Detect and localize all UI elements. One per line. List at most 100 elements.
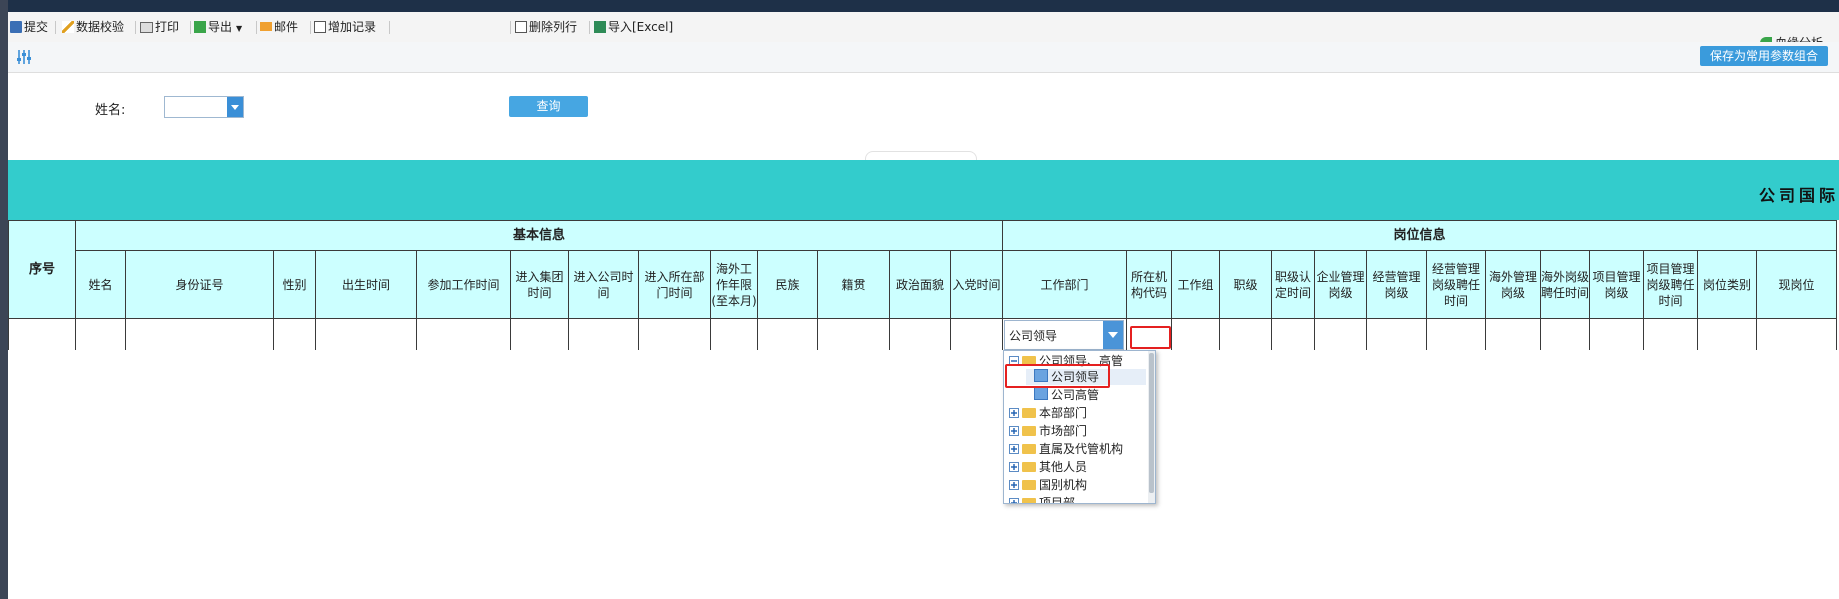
cell-group-entry[interactable] <box>510 318 569 350</box>
col-header: 职级认定时间 <box>1271 250 1315 319</box>
validate-label: 数据校验 <box>76 20 125 34</box>
tree-node-label: 项目部 <box>1039 496 1076 504</box>
col-header: 进入所在部门时间 <box>638 250 711 319</box>
tree-node-project-dept[interactable]: 项目部 <box>1009 495 1076 504</box>
cell-party-date[interactable] <box>950 318 1003 350</box>
expand-icon[interactable] <box>1009 480 1019 490</box>
cell-political[interactable] <box>889 318 951 350</box>
cell-birth-date[interactable] <box>315 318 417 350</box>
cell-overseas-grade[interactable] <box>1485 318 1541 350</box>
add-record-button[interactable]: 增加记录 <box>314 19 376 35</box>
query-button[interactable]: 查询 <box>509 96 588 117</box>
tree-node-hq-depts[interactable]: 本部部门 <box>1009 405 1087 421</box>
filter-sliders-icon[interactable] <box>15 48 33 66</box>
cell-current-post[interactable] <box>1756 318 1837 350</box>
toolbar-separator <box>256 21 257 34</box>
expand-icon[interactable] <box>1009 426 1019 436</box>
add-record-icon <box>314 21 326 33</box>
cell-work-group[interactable] <box>1171 318 1220 350</box>
col-header: 所在机构代码 <box>1126 250 1172 319</box>
cell-seq[interactable] <box>8 318 76 350</box>
tree-node-country-orgs[interactable]: 国别机构 <box>1009 477 1087 493</box>
delete-row-button[interactable]: 删除列行 <box>515 19 577 35</box>
col-header-seq: 序号 <box>8 220 76 319</box>
col-header: 岗位类别 <box>1697 250 1757 319</box>
printer-icon <box>140 22 153 33</box>
export-button[interactable]: 导出 ▼ <box>194 19 242 35</box>
expand-icon[interactable] <box>1009 498 1019 503</box>
validate-button[interactable]: 数据校验 <box>62 19 124 35</box>
expand-icon[interactable] <box>1009 408 1019 418</box>
save-param-combo-button[interactable]: 保存为常用参数组合 <box>1700 46 1828 66</box>
cell-company-entry[interactable] <box>568 318 639 350</box>
cell-business-grade-date[interactable] <box>1426 318 1486 350</box>
add-record-label: 增加记录 <box>328 20 377 34</box>
window-titlebar <box>0 0 1839 12</box>
tree-node-direct-orgs[interactable]: 直属及代管机构 <box>1009 441 1123 457</box>
cell-work-start[interactable] <box>416 318 511 350</box>
tree-node-label: 本部部门 <box>1039 406 1088 420</box>
folder-icon <box>1022 462 1036 472</box>
col-header: 项目管理岗级聘任时间 <box>1643 250 1698 319</box>
col-header: 入党时间 <box>950 250 1003 319</box>
report-banner <box>8 160 1839 220</box>
tree-node-company-executives[interactable]: 公司高管 <box>1034 387 1099 403</box>
tree-node-market-depts[interactable]: 市场部门 <box>1009 423 1087 439</box>
col-header: 籍贯 <box>817 250 890 319</box>
name-select[interactable] <box>164 96 244 118</box>
col-header: 海外管理岗级 <box>1485 250 1541 319</box>
cell-enterprise-grade[interactable] <box>1314 318 1367 350</box>
expand-icon[interactable] <box>1009 444 1019 454</box>
cell-business-grade[interactable] <box>1366 318 1427 350</box>
submit-button[interactable]: 提交 <box>10 19 48 35</box>
cell-project-grade[interactable] <box>1589 318 1644 350</box>
cell-native-place[interactable] <box>817 318 890 350</box>
pencil-icon <box>62 21 74 33</box>
chevron-down-icon[interactable] <box>1103 321 1123 349</box>
report-title: 公司国际 <box>1758 186 1839 205</box>
cell-project-grade-date[interactable] <box>1643 318 1698 350</box>
dropdown-scrollbar[interactable] <box>1148 351 1155 503</box>
mail-label: 邮件 <box>274 20 299 34</box>
cell-dept-entry[interactable] <box>638 318 711 350</box>
work-dept-combo[interactable]: 公司领导 <box>1004 320 1124 350</box>
cell-rank[interactable] <box>1219 318 1272 350</box>
mail-button[interactable]: 邮件 <box>260 19 298 35</box>
col-header: 进入公司时间 <box>568 250 639 319</box>
export-icon <box>194 21 206 33</box>
toolbar-separator <box>510 21 511 34</box>
excel-icon <box>594 21 606 33</box>
cell-post-category[interactable] <box>1697 318 1757 350</box>
cell-gender[interactable] <box>273 318 316 350</box>
left-side-strip <box>0 0 8 599</box>
cell-rank-date[interactable] <box>1271 318 1315 350</box>
mail-icon <box>260 22 272 31</box>
col-header: 海外工作年限(至本月) <box>710 250 758 319</box>
name-label: 姓名: <box>95 103 126 118</box>
cell-id-number[interactable] <box>125 318 274 350</box>
toolbar-separator <box>190 21 191 34</box>
report-table-wrapper: 序号 基本信息 岗位信息 姓名 身份证号 性别 出生时间 参加工作时间 进入集团… <box>8 220 1839 350</box>
group-header-position: 岗位信息 <box>1002 220 1837 251</box>
import-excel-button[interactable]: 导入[Excel] <box>594 19 673 35</box>
toolbar-separator <box>310 21 311 34</box>
cell-overseas-grade-date[interactable] <box>1540 318 1590 350</box>
tree-node-other-staff[interactable]: 其他人员 <box>1009 459 1087 475</box>
cell-overseas-years[interactable] <box>710 318 758 350</box>
group-header-basic: 基本信息 <box>75 220 1003 251</box>
scrollbar-thumb[interactable] <box>1149 353 1154 493</box>
org-code-highlight[interactable] <box>1130 326 1171 349</box>
expand-icon[interactable] <box>1009 462 1019 472</box>
col-header: 经营管理岗级 <box>1366 250 1427 319</box>
cell-name[interactable] <box>75 318 126 350</box>
chevron-down-icon[interactable] <box>227 97 243 117</box>
col-header: 民族 <box>757 250 818 319</box>
save-icon <box>10 21 22 33</box>
col-header: 海外岗级聘任时间 <box>1540 250 1590 319</box>
submit-label: 提交 <box>24 20 49 34</box>
cell-ethnicity[interactable] <box>757 318 818 350</box>
col-header: 工作组 <box>1171 250 1220 319</box>
print-button[interactable]: 打印 <box>140 19 179 35</box>
parameter-bar <box>8 42 1839 73</box>
col-header: 职级 <box>1219 250 1272 319</box>
